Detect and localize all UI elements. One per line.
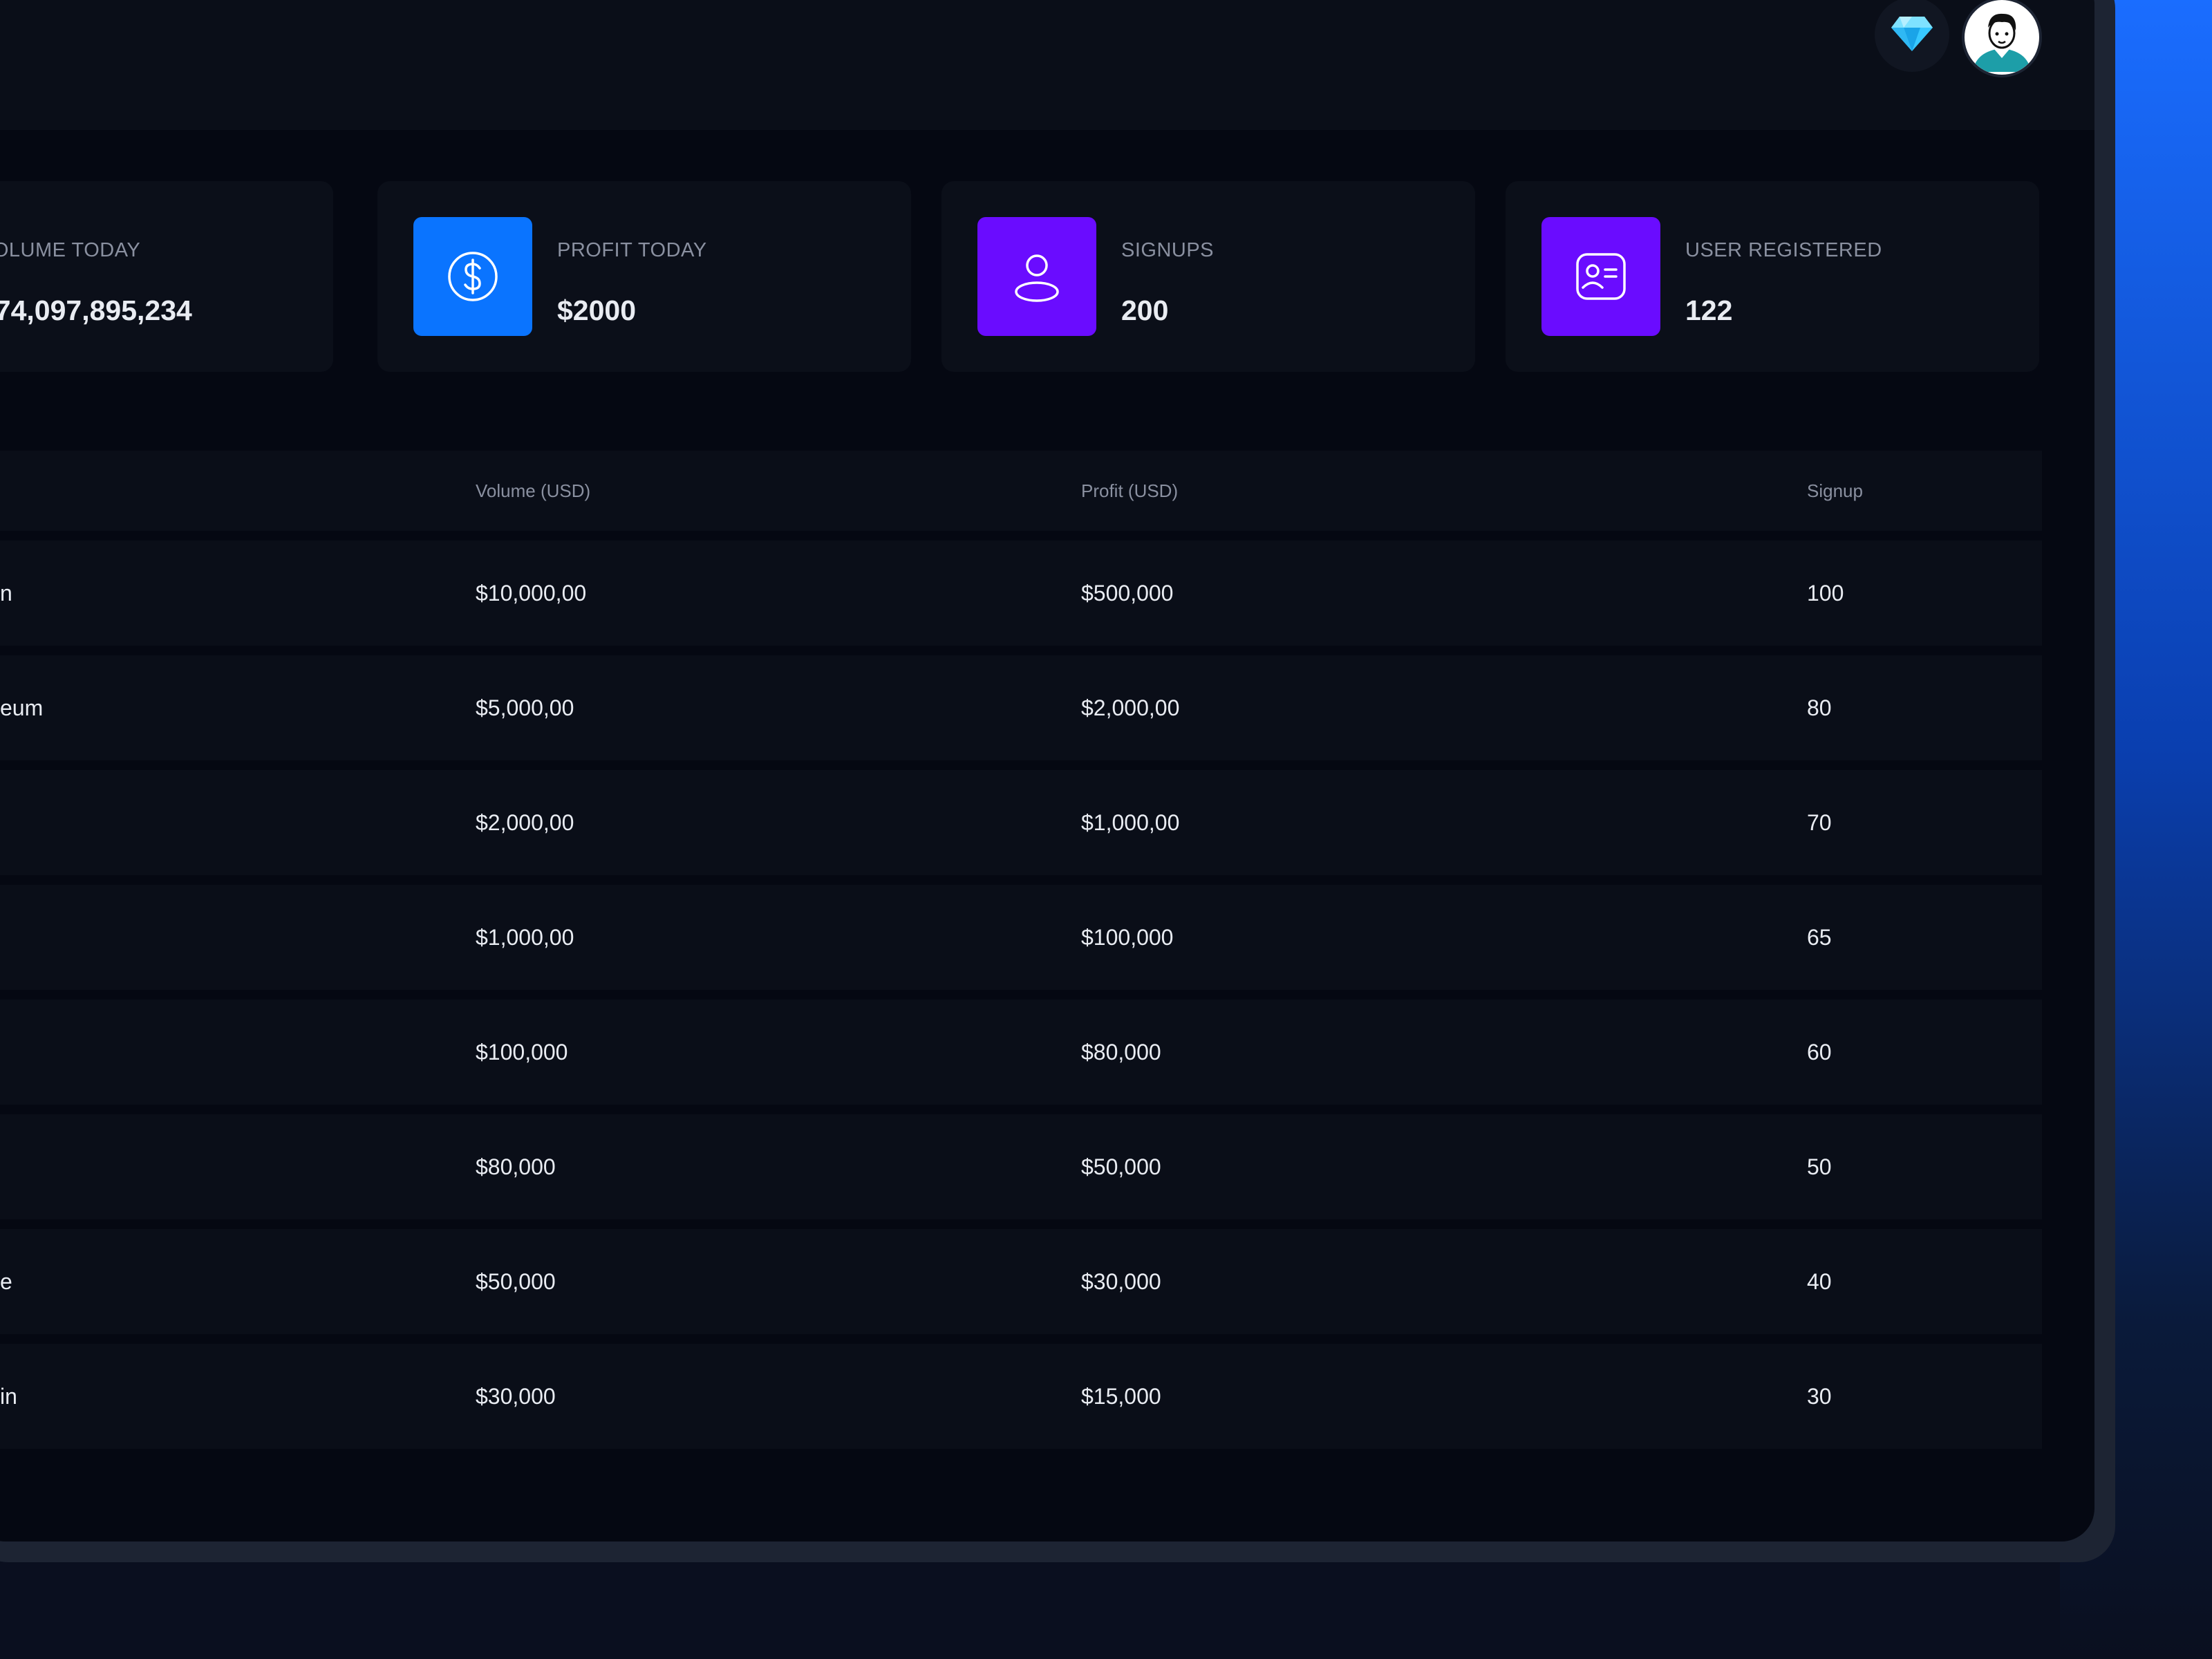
stat-label: VOLUME TODAY [0, 239, 141, 261]
user-icon [977, 217, 1096, 336]
cell-name: in [0, 1384, 17, 1409]
stat-card-users-registered: USER REGISTERED 122 [1506, 181, 2039, 372]
cell-signup: 60 [1807, 1040, 1832, 1065]
table-row[interactable]: $1,000,00 $100,000 65 [0, 885, 2042, 990]
table-row[interactable]: $100,000 $80,000 60 [0, 1000, 2042, 1105]
cell-profit: $50,000 [1081, 1154, 1161, 1179]
cell-profit: $500,000 [1081, 581, 1174, 606]
cell-profit: $1,000,00 [1081, 810, 1180, 835]
table-row[interactable]: e $50,000 $30,000 40 [0, 1229, 2042, 1334]
cell-name: e [0, 1269, 12, 1294]
stat-card-profit: PROFIT TODAY $2000 [377, 181, 911, 372]
column-header-volume[interactable]: Volume (USD) [476, 451, 590, 531]
cell-volume: $30,000 [476, 1384, 556, 1409]
table-row[interactable]: $80,000 $50,000 50 [0, 1114, 2042, 1219]
cell-signup: 100 [1807, 581, 1844, 606]
cell-volume: $2,000,00 [476, 810, 574, 835]
top-bar [0, 0, 2094, 130]
table-row[interactable]: in $30,000 $15,000 30 [0, 1344, 2042, 1449]
gem-button[interactable] [1875, 0, 1949, 72]
cell-profit: $100,000 [1081, 925, 1174, 950]
cell-volume: $10,000,00 [476, 581, 587, 606]
table-row[interactable]: n $10,000,00 $500,000 100 [0, 541, 2042, 646]
user-avatar-icon [1967, 3, 2036, 72]
cell-signup: 65 [1807, 925, 1832, 950]
cell-profit: $30,000 [1081, 1269, 1161, 1294]
cell-profit: $15,000 [1081, 1384, 1161, 1409]
stat-value: $2000 [557, 294, 637, 326]
cell-signup: 40 [1807, 1269, 1832, 1294]
cell-signup: 50 [1807, 1154, 1832, 1179]
cell-profit: $2,000,00 [1081, 695, 1180, 720]
table-header: Volume (USD) Profit (USD) Signup [0, 451, 2042, 531]
table-row[interactable]: eum $5,000,00 $2,000,00 80 [0, 655, 2042, 760]
stat-value: $74,097,895,234 [0, 294, 192, 326]
cell-volume: $5,000,00 [476, 695, 574, 720]
stat-card-signups: SIGNUPS 200 [941, 181, 1475, 372]
id-card-icon [1541, 217, 1660, 336]
cell-profit: $80,000 [1081, 1040, 1161, 1065]
cell-volume: $1,000,00 [476, 925, 574, 950]
stat-label: PROFIT TODAY [557, 239, 707, 261]
cell-signup: 80 [1807, 695, 1832, 720]
column-header-profit[interactable]: Profit (USD) [1081, 451, 1178, 531]
cell-volume: $100,000 [476, 1040, 568, 1065]
avatar[interactable] [1962, 0, 2042, 77]
table-row[interactable]: $2,000,00 $1,000,00 70 [0, 770, 2042, 875]
cell-name: n [0, 581, 12, 606]
gem-icon [1890, 14, 1934, 56]
dashboard-screen: VOLUME TODAY $74,097,895,234 PROFIT TODA… [0, 0, 2094, 1541]
stat-label: USER REGISTERED [1685, 239, 1882, 261]
column-header-signup[interactable]: Signup [1807, 451, 1863, 531]
cell-signup: 30 [1807, 1384, 1832, 1409]
stat-value: 122 [1685, 294, 1733, 326]
cell-volume: $50,000 [476, 1269, 556, 1294]
stat-label: SIGNUPS [1121, 239, 1215, 261]
cell-name: eum [0, 695, 44, 720]
stat-value: 200 [1121, 294, 1169, 326]
cell-volume: $80,000 [476, 1154, 556, 1179]
cell-signup: 70 [1807, 810, 1832, 835]
dollar-icon [413, 217, 532, 336]
stat-card-volume: VOLUME TODAY $74,097,895,234 [0, 181, 333, 372]
